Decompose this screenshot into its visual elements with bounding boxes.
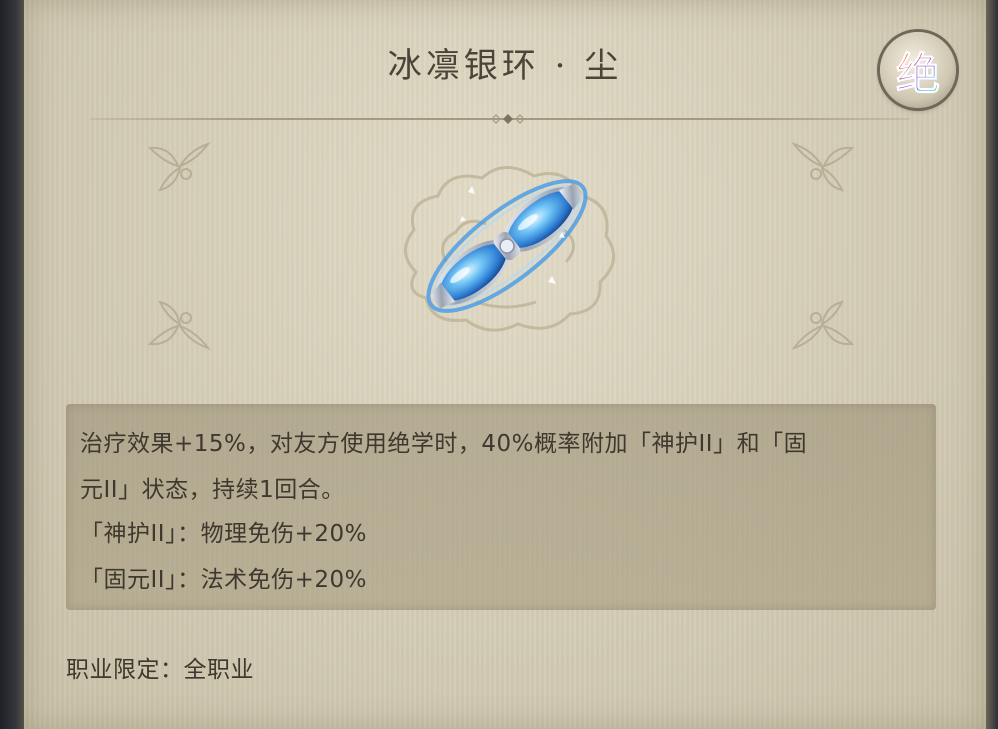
description-line: 「固元II」：法术免伤+20%	[80, 567, 367, 593]
divider-ornament-icon	[491, 114, 525, 124]
corner-ornament-icon	[147, 142, 211, 192]
corner-ornament-icon	[791, 142, 855, 192]
class-restriction: 职业限定：全职业	[66, 657, 254, 683]
window-left-edge	[0, 0, 26, 729]
effect-description-box: 治疗效果+15%，对友方使用绝学时，40%概率附加「神护II」和「固 元II」状…	[66, 404, 936, 610]
item-title: 冰凛银环 · 尘	[387, 46, 623, 86]
description-line: 治疗效果+15%，对友方使用绝学时，40%概率附加「神护II」和「固	[80, 431, 808, 457]
rarity-badge-text: 绝	[896, 38, 941, 102]
corner-ornament-icon	[147, 300, 211, 350]
silver-ring-icon	[426, 179, 588, 313]
description-line: 「神护II」：物理免伤+20%	[80, 521, 367, 547]
rarity-badge-icon: 绝	[880, 32, 956, 108]
window-right-edge	[986, 0, 998, 729]
item-detail-panel: 冰凛银环 · 尘 绝 治疗效果+15%，对友方使用绝学时，40%概率附加「神护I…	[24, 0, 986, 729]
description-line: 元II」状态，持续1回合。	[80, 477, 345, 503]
corner-ornament-icon	[791, 300, 855, 350]
